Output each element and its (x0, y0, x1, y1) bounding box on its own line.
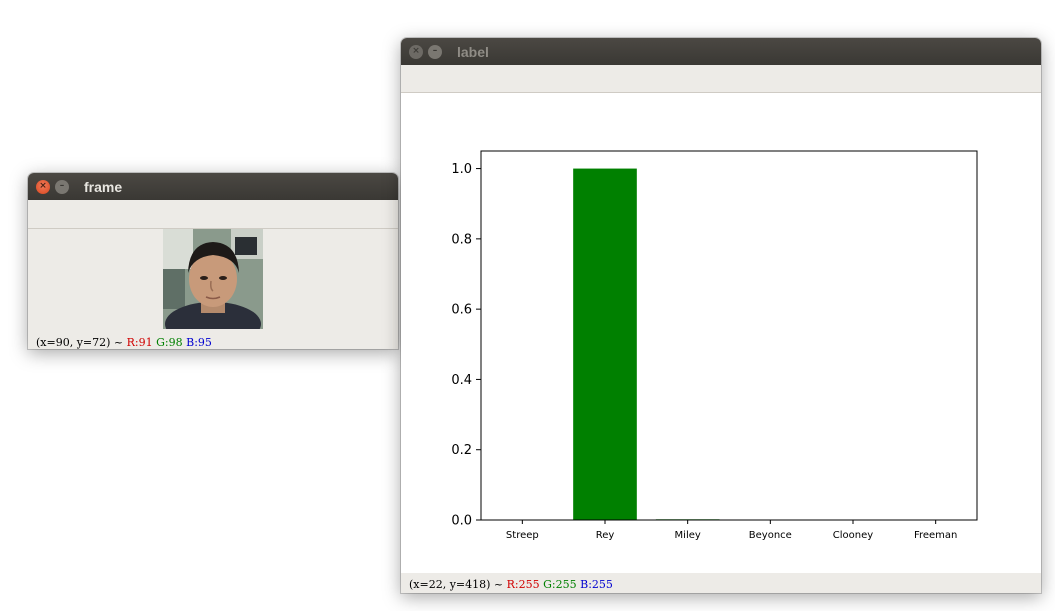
x-tick-label-clooney: Clooney (833, 530, 873, 541)
y-tick-label: 1.0 (451, 162, 472, 177)
frame-statusbar: (x=90, y=72) ~ R:91 G:98 B:95 (28, 336, 212, 349)
minimize-icon[interactable]: – (428, 44, 442, 59)
plot-area[interactable]: 0.0 0.2 0.4 0.6 0.8 1.0 Streep Rey Miley Beyonce C… (401, 93, 1041, 573)
frame-titlebar[interactable]: × – frame (28, 173, 398, 200)
x-tick-label-beyonce: Beyonce (749, 530, 792, 541)
minimize-icon[interactable]: – (55, 179, 69, 194)
y-tick-label: 0.2 (451, 443, 472, 458)
y-tick-label: 0.0 (451, 514, 472, 529)
x-tick-label-streep: Streep (506, 530, 539, 541)
frame-status-blue: B:95 (186, 336, 212, 349)
frame-status-green: G:98 (156, 336, 183, 349)
label-toolbar (401, 65, 1041, 93)
y-tick-label: 0.8 (451, 232, 472, 247)
y-tick-label: 0.4 (451, 373, 472, 388)
frame-window-title: frame (84, 178, 123, 195)
y-tick-label: 0.6 (451, 303, 472, 318)
close-icon[interactable]: × (36, 179, 50, 194)
frame-toolbar (28, 200, 398, 229)
frame-status-coords: (x=90, y=72) ~ (36, 336, 124, 349)
x-tick-label-miley: Miley (675, 530, 701, 541)
x-tick-label-freeman: Freeman (914, 530, 957, 541)
label-statusbar: (x=22, y=418) ~ R:255 G:255 B:255 (401, 578, 613, 591)
bar-rey (573, 168, 637, 520)
webcam-face-image (163, 229, 263, 329)
label-titlebar[interactable]: × – label (401, 38, 1041, 65)
label-status-blue: B:255 (580, 578, 613, 591)
bar-chart: 0.0 0.2 0.4 0.6 0.8 1.0 Streep Rey Miley Beyonce C… (451, 150, 978, 541)
close-icon[interactable]: × (409, 44, 423, 59)
label-status-red: R:255 (506, 578, 540, 591)
label-window: × – label 0.0 0.2 0.4 0.6 0.8 1.0 Streep Rey Mil… (401, 38, 1041, 593)
face-image-drawing (163, 229, 263, 329)
plot-frame (480, 150, 978, 521)
label-status-coords: (x=22, y=418) ~ (409, 578, 504, 591)
frame-window: × – frame (x=90, y=72) ~ R:91 G:98 B:95 (28, 173, 398, 349)
label-window-title: label (457, 43, 489, 60)
label-status-green: G:255 (543, 578, 577, 591)
x-tick-label-rey: Rey (596, 530, 615, 541)
frame-status-red: R:91 (126, 336, 153, 349)
